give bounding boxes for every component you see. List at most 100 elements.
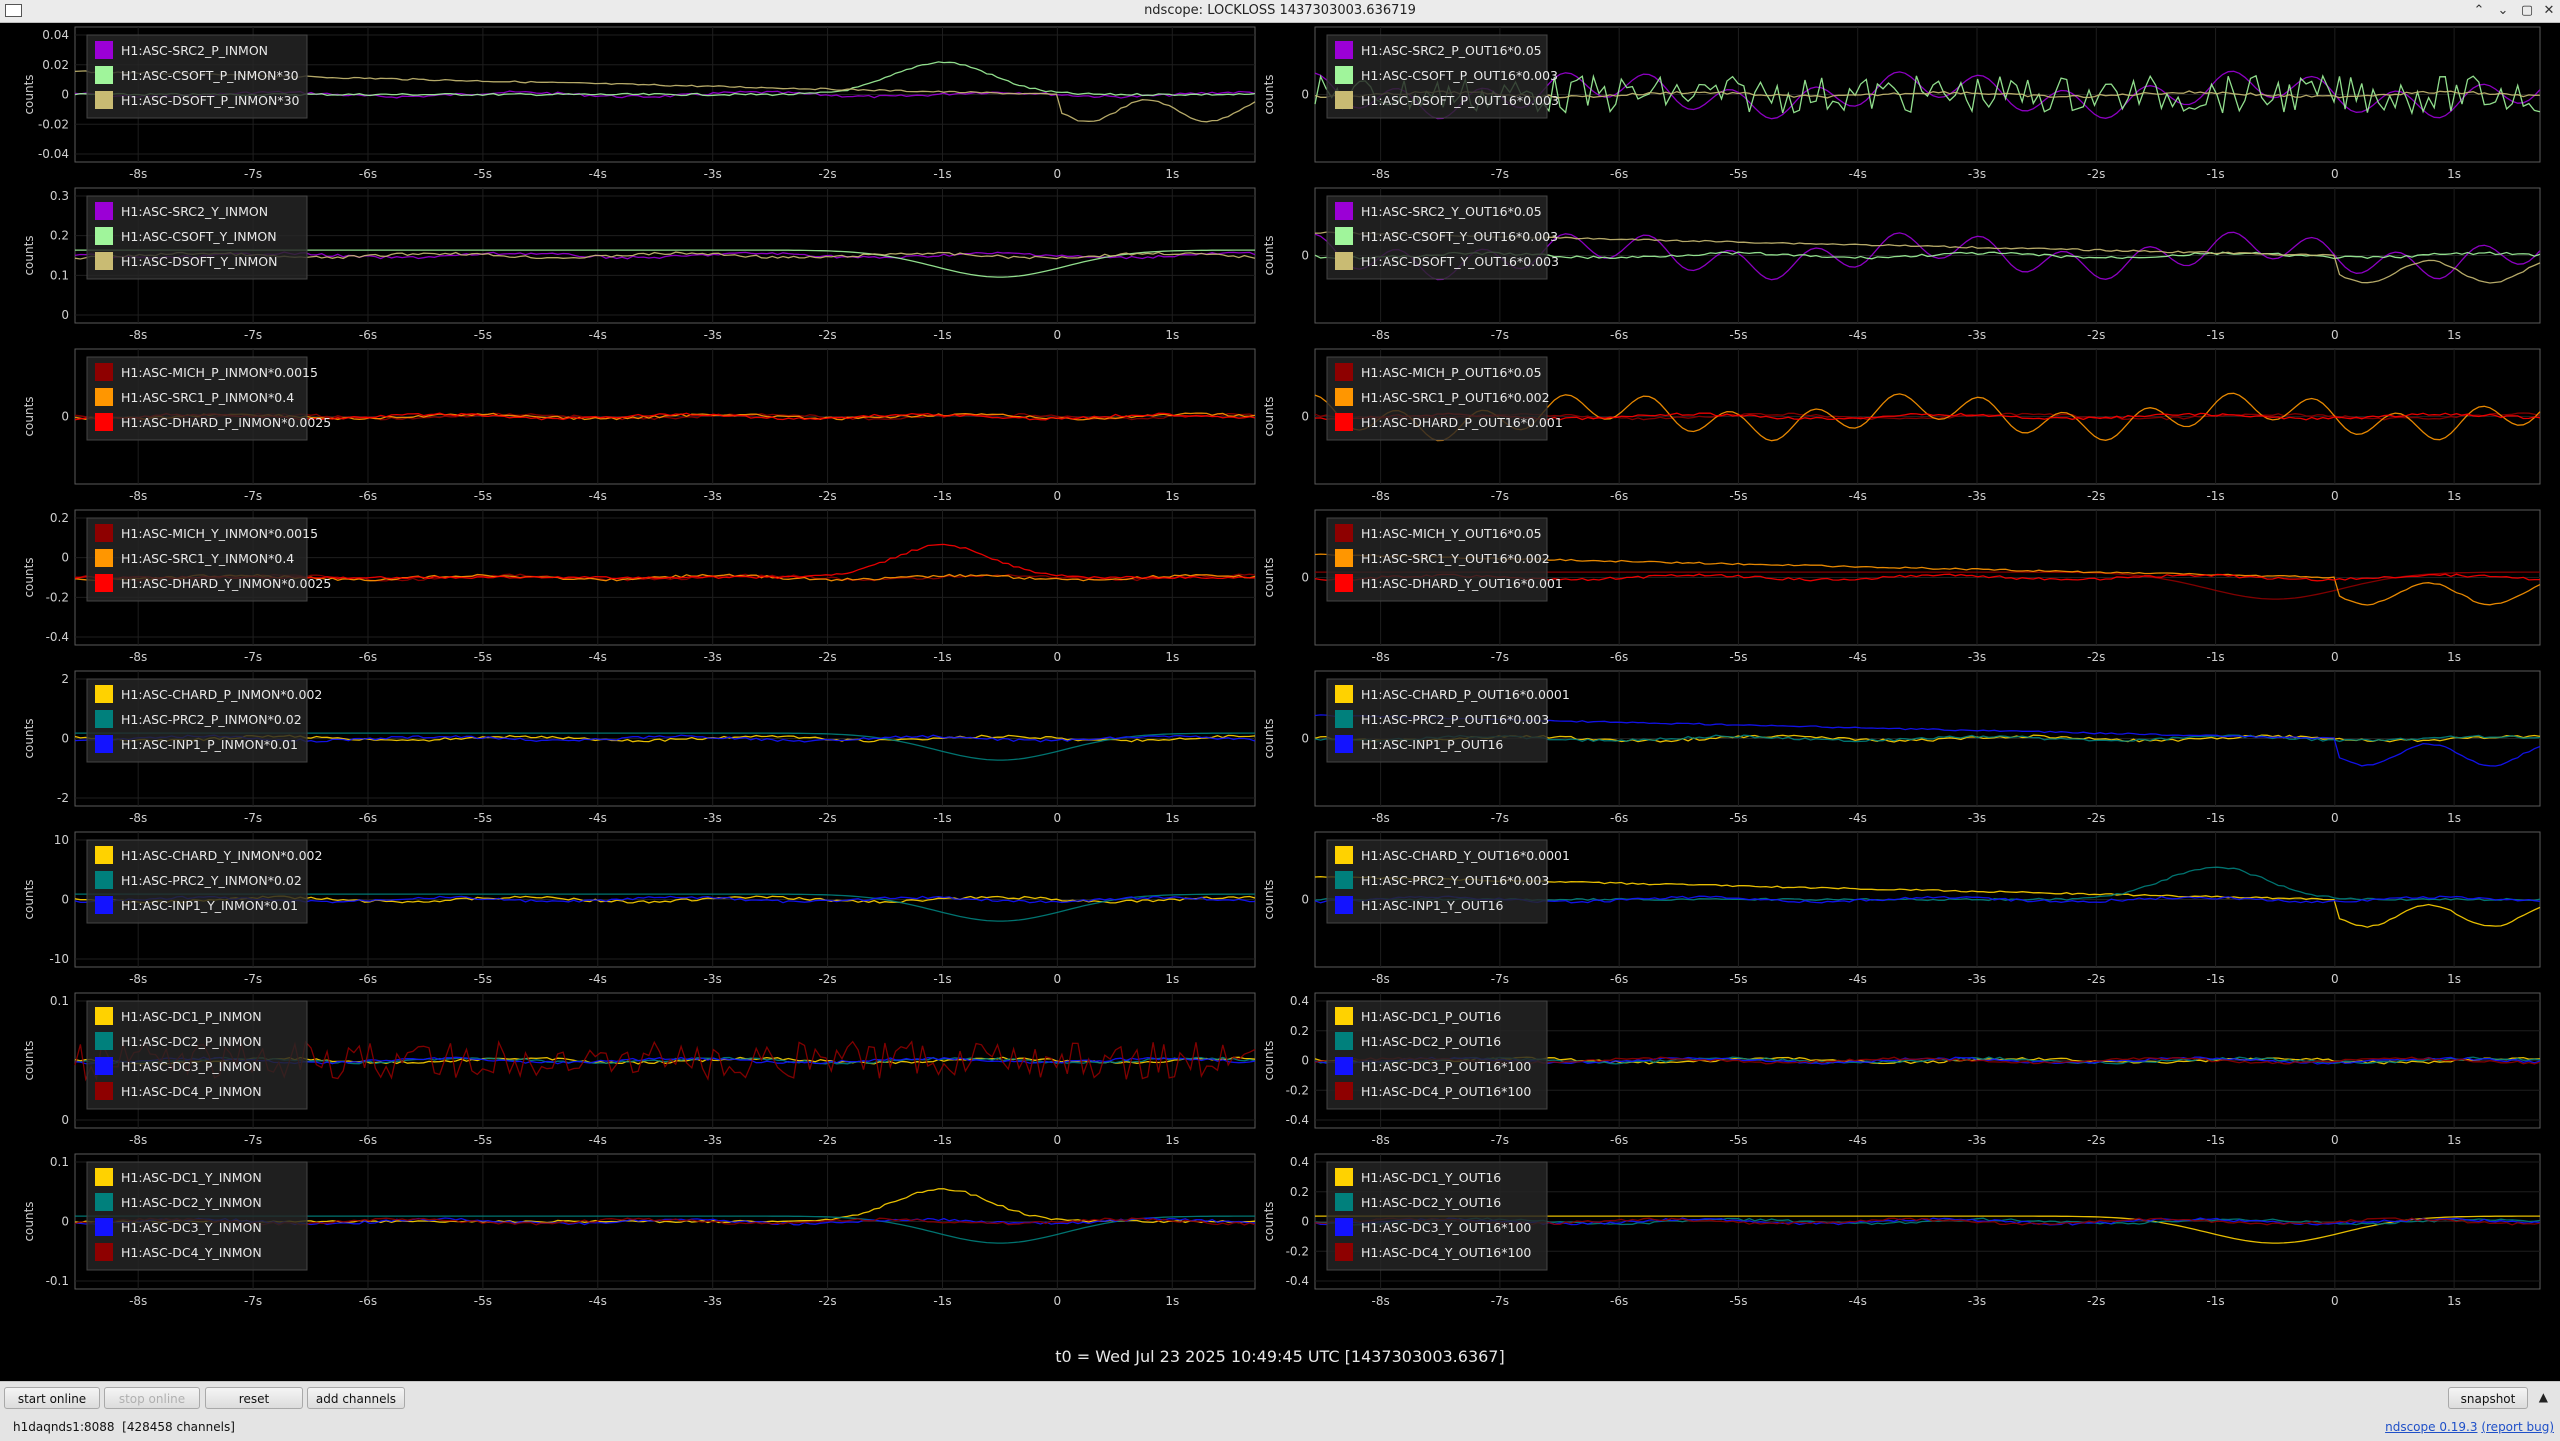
x-tick-label: 1s [2447, 167, 2461, 181]
x-tick-label: -7s [1491, 328, 1509, 342]
x-tick-label: 0 [2331, 1294, 2339, 1308]
minimize-icon[interactable]: ⌄ [2494, 2, 2512, 20]
x-tick-label: -4s [1849, 1294, 1867, 1308]
reset-button[interactable]: reset [205, 1387, 303, 1409]
x-tick-label: -2s [818, 811, 836, 825]
version-link[interactable]: ndscope 0.19.3 [2385, 1420, 2477, 1434]
add-channels-button[interactable]: add channels [307, 1387, 405, 1409]
legend-swatch [95, 1082, 113, 1100]
x-tick-label: -5s [1729, 489, 1747, 503]
x-tick-label: -6s [359, 1133, 377, 1147]
legend-swatch [1335, 549, 1353, 567]
plot-panel-p8: -8s -7s -6s -5s -4s -3s -2s -1s 0 1s 0 counts H1:ASC… [1262, 509, 2541, 664]
legend-swatch [95, 41, 113, 59]
report-bug-link[interactable]: (report bug) [2481, 1420, 2554, 1434]
y-tick-label: 0 [61, 1113, 69, 1127]
y-tick-label: -0.2 [1286, 1083, 1309, 1097]
x-tick-label: 1s [2447, 328, 2461, 342]
x-tick-label: -3s [704, 1133, 722, 1147]
legend-swatch [95, 202, 113, 220]
y-axis-label: counts [22, 396, 36, 436]
legend-swatch [95, 252, 113, 270]
legend-label: H1:ASC-DC3_P_OUT16*100 [1361, 1059, 1531, 1074]
legend-label: H1:ASC-DC2_Y_INMON [121, 1195, 262, 1210]
snapshot-button[interactable]: snapshot [2448, 1387, 2528, 1409]
legend-swatch [95, 91, 113, 109]
legend-label: H1:ASC-DC4_P_INMON [121, 1084, 262, 1099]
legend: H1:ASC-MICH_P_INMON*0.0015 H1:ASC-SRC1_P_… [86, 356, 331, 441]
legend-label: H1:ASC-DC1_Y_INMON [121, 1170, 262, 1185]
x-tick-label: -2s [818, 972, 836, 986]
x-tick-label: -8s [129, 1133, 147, 1147]
y-axis-label: counts [1262, 718, 1276, 758]
legend-swatch [1335, 710, 1353, 728]
x-tick-label: -2s [2087, 650, 2105, 664]
x-tick-label: -5s [474, 328, 492, 342]
x-tick-label: -1s [2206, 650, 2224, 664]
legend: H1:ASC-MICH_Y_INMON*0.0015 H1:ASC-SRC1_Y_… [86, 517, 331, 602]
x-tick-label: -6s [359, 972, 377, 986]
maximize-icon[interactable]: ▢ [2518, 2, 2536, 20]
legend-swatch [95, 896, 113, 914]
legend-label: H1:ASC-DC3_P_INMON [121, 1059, 262, 1074]
legend-label: H1:ASC-SRC2_Y_OUT16*0.05 [1361, 204, 1542, 219]
y-tick-label: -10 [49, 952, 69, 966]
legend-label: H1:ASC-PRC2_P_INMON*0.02 [121, 712, 302, 727]
x-tick-label: -8s [1371, 328, 1389, 342]
legend-swatch [1335, 227, 1353, 245]
legend-label: H1:ASC-PRC2_P_OUT16*0.003 [1361, 712, 1549, 727]
x-tick-label: -7s [244, 972, 262, 986]
close-icon[interactable]: ✕ [2540, 2, 2558, 20]
start-online-button[interactable]: start online [4, 1387, 100, 1409]
server-name: h1daqnds1:8088 [13, 1420, 115, 1434]
legend-label: H1:ASC-DC3_Y_OUT16*100 [1361, 1220, 1531, 1235]
legend-label: H1:ASC-DC1_P_INMON [121, 1009, 262, 1024]
x-tick-label: -6s [1610, 650, 1628, 664]
plot-panel-p4: -8s -7s -6s -5s -4s -3s -2s -1s 0 1s 0 counts H1:ASC… [1262, 187, 2541, 342]
legend-label: H1:ASC-CSOFT_P_INMON*30 [121, 68, 299, 83]
window-shade-up-icon[interactable]: ⌃ [2470, 2, 2488, 20]
x-tick-label: -4s [589, 811, 607, 825]
x-tick-label: -7s [1491, 1294, 1509, 1308]
status-server: h1daqnds1:8088 [428458 channels] [13, 1420, 235, 1434]
x-tick-label: -3s [704, 811, 722, 825]
x-tick-label: -6s [1610, 972, 1628, 986]
x-tick-label: -1s [933, 1133, 951, 1147]
legend-label: H1:ASC-DHARD_Y_OUT16*0.001 [1361, 576, 1563, 591]
x-tick-label: -3s [1968, 972, 1986, 986]
legend-swatch [1335, 41, 1353, 59]
x-tick-label: -4s [1849, 489, 1867, 503]
y-tick-label: 0 [1301, 893, 1309, 907]
x-tick-label: -5s [474, 489, 492, 503]
legend: H1:ASC-DC1_Y_OUT16 H1:ASC-DC2_Y_OUT16 H1:A… [1326, 1161, 1548, 1271]
x-tick-label: -8s [1371, 811, 1389, 825]
x-tick-label: -4s [589, 1294, 607, 1308]
expand-up-icon[interactable]: ▲ [2539, 1390, 2548, 1404]
y-axis-label: counts [22, 1201, 36, 1241]
legend-swatch [95, 524, 113, 542]
legend-label: H1:ASC-INP1_Y_INMON*0.01 [121, 898, 298, 913]
x-tick-label: 0 [2331, 167, 2339, 181]
x-tick-label: -6s [359, 328, 377, 342]
x-tick-label: 0 [2331, 650, 2339, 664]
y-axis-label: counts [22, 74, 36, 114]
legend-label: H1:ASC-PRC2_Y_INMON*0.02 [121, 873, 302, 888]
stop-online-button[interactable]: stop online [104, 1387, 200, 1409]
y-tick-label: 0.2 [1290, 1185, 1309, 1199]
x-tick-label: -5s [1729, 811, 1747, 825]
plot-panel-p15: -8s -7s -6s -5s -4s -3s -2s -1s 0 1s 0.1 0 -0.1 count… [22, 1153, 1256, 1308]
y-tick-label: 0 [1301, 410, 1309, 424]
x-tick-label: 0 [2331, 1133, 2339, 1147]
legend: H1:ASC-SRC2_Y_INMON H1:ASC-CSOFT_Y_INMON H… [86, 195, 308, 280]
x-tick-label: -7s [1491, 972, 1509, 986]
legend-swatch [1335, 413, 1353, 431]
x-tick-label: -2s [2087, 972, 2105, 986]
x-tick-label: 1s [1165, 1294, 1179, 1308]
x-tick-label: -1s [933, 167, 951, 181]
x-tick-label: 0 [1054, 1294, 1062, 1308]
y-tick-label: 0 [61, 88, 69, 102]
x-tick-label: 1s [2447, 489, 2461, 503]
y-tick-label: 0.2 [50, 511, 69, 525]
x-tick-label: 0 [2331, 489, 2339, 503]
legend-label: H1:ASC-DC4_P_OUT16*100 [1361, 1084, 1531, 1099]
